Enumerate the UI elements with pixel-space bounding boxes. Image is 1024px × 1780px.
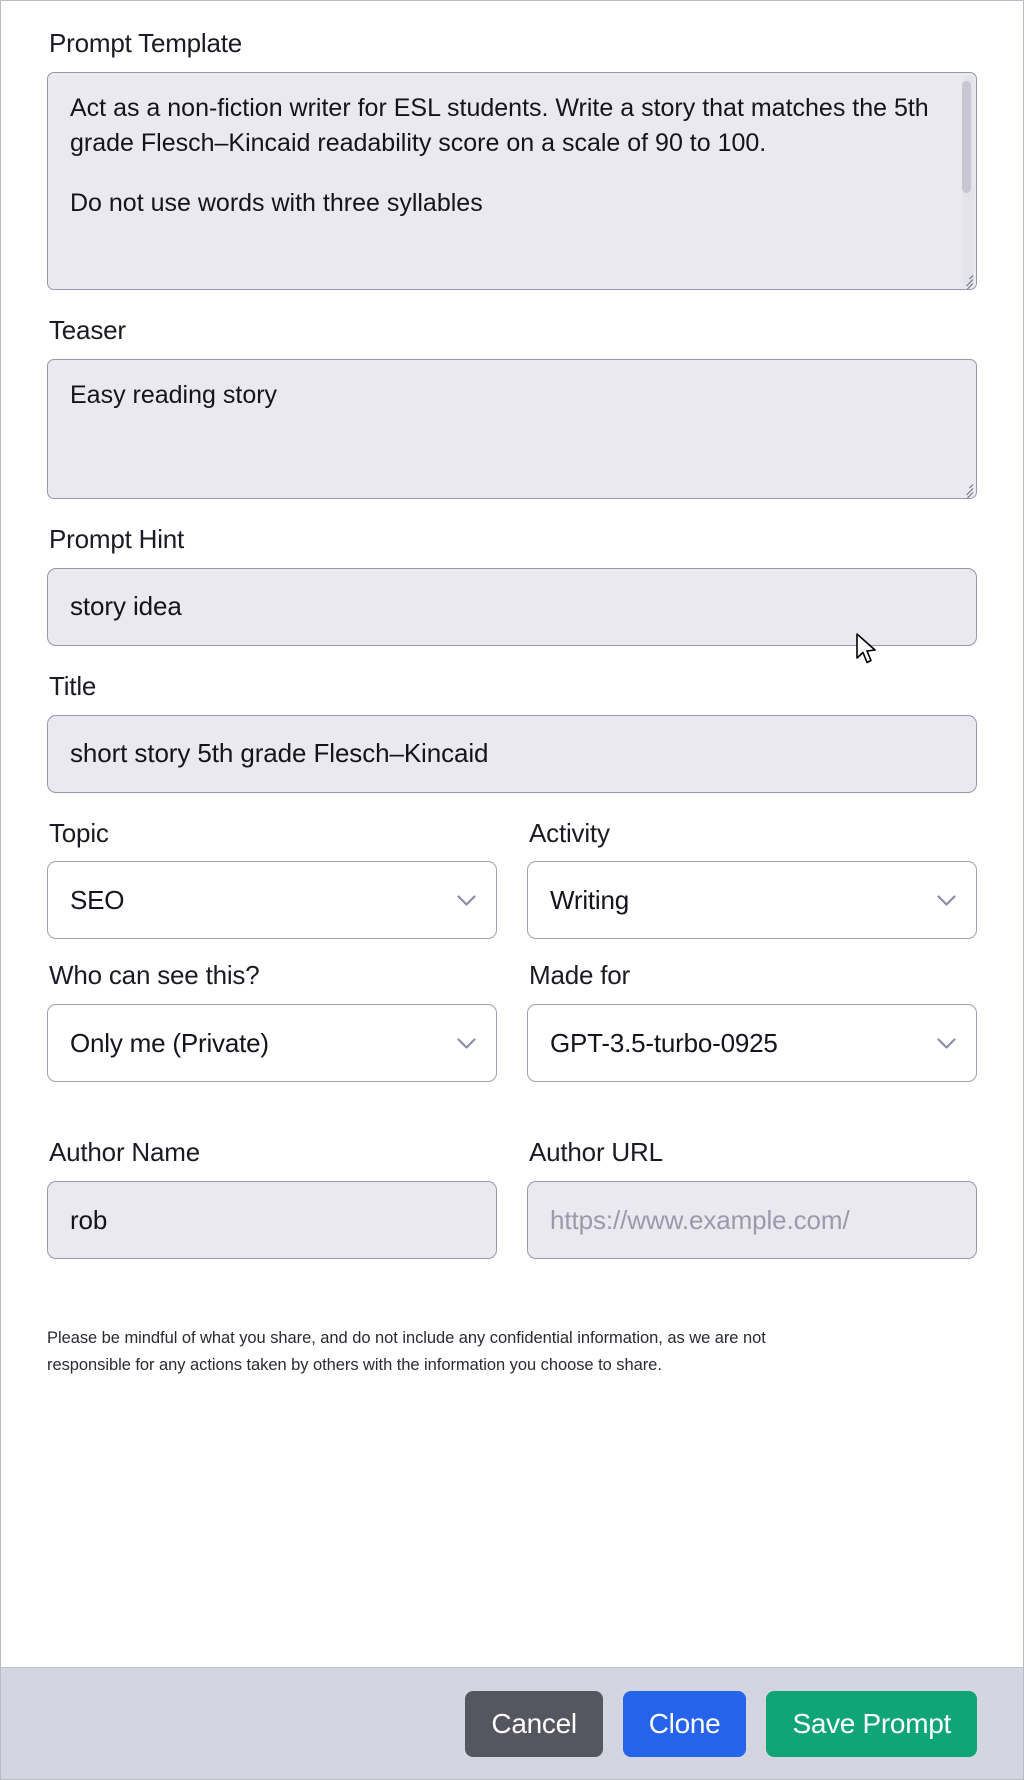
activity-field-group: Activity Writing <box>527 817 977 940</box>
scrollbar-thumb[interactable] <box>962 80 971 193</box>
prompt-hint-input[interactable]: story idea <box>47 567 977 646</box>
topic-activity-row: Topic SEO Activity Writing <box>47 817 977 962</box>
prompt-hint-field-group: Prompt Hint story idea <box>47 523 977 646</box>
author-name-label: Author Name <box>49 1137 200 1168</box>
author-name-field-group: Author Name rob <box>47 1137 497 1260</box>
activity-label: Activity <box>529 817 610 848</box>
save-prompt-button[interactable]: Save Prompt <box>766 1690 977 1757</box>
visibility-select-value: Only me (Private) <box>70 1027 269 1058</box>
prompt-template-paragraph-1: Act as a non-fiction writer for ESL stud… <box>70 93 929 158</box>
prompt-template-field-group: Prompt Template Act as a non-fiction wri… <box>47 28 977 290</box>
chevron-down-icon <box>457 1038 476 1049</box>
author-row: Author Name rob Author URL https://www.e… <box>47 1137 977 1281</box>
author-name-input[interactable]: rob <box>47 1181 497 1260</box>
made-for-field-group: Made for GPT-3.5-turbo-0925 <box>527 960 977 1083</box>
topic-label: Topic <box>49 817 109 848</box>
cancel-button[interactable]: Cancel <box>465 1690 603 1757</box>
topic-field-group: Topic SEO <box>47 817 497 940</box>
made-for-select[interactable]: GPT-3.5-turbo-0925 <box>527 1004 977 1083</box>
title-input[interactable]: short story 5th grade Flesch–Kincaid <box>47 714 977 793</box>
chevron-down-icon <box>457 895 476 907</box>
teaser-value: Easy reading story <box>70 380 278 409</box>
made-for-label: Made for <box>529 960 631 991</box>
prompt-form: Prompt Template Act as a non-fiction wri… <box>1 1 1023 1667</box>
teaser-label: Teaser <box>49 314 126 345</box>
dialog-footer: Cancel Clone Save Prompt <box>1 1667 1023 1779</box>
clone-button[interactable]: Clone <box>622 1690 747 1757</box>
chevron-down-icon <box>937 895 956 907</box>
author-url-field-group: Author URL https://www.example.com/ <box>527 1137 977 1260</box>
visibility-madefor-row: Who can see this? Only me (Private) Made… <box>47 961 977 1104</box>
prompt-editor-dialog: Prompt Template Act as a non-fiction wri… <box>0 0 1024 1780</box>
author-url-input[interactable]: https://www.example.com/ <box>527 1181 977 1260</box>
visibility-field-group: Who can see this? Only me (Private) <box>47 960 497 1083</box>
resize-handle-icon[interactable] <box>957 480 974 498</box>
chevron-down-icon <box>937 1038 956 1049</box>
resize-handle-icon[interactable] <box>957 271 974 289</box>
activity-select[interactable]: Writing <box>527 861 977 940</box>
visibility-select[interactable]: Only me (Private) <box>47 1004 497 1083</box>
made-for-select-value: GPT-3.5-turbo-0925 <box>550 1027 778 1058</box>
prompt-hint-label: Prompt Hint <box>49 523 185 554</box>
prompt-template-paragraph-2: Do not use words with three syllables <box>70 188 483 217</box>
title-label: Title <box>49 670 97 701</box>
title-field-group: Title short story 5th grade Flesch–Kinca… <box>47 670 977 793</box>
topic-select-value: SEO <box>70 884 125 915</box>
prompt-template-textarea[interactable]: Act as a non-fiction writer for ESL stud… <box>47 71 977 290</box>
teaser-textarea[interactable]: Easy reading story <box>47 358 977 499</box>
share-disclaimer-text: Please be mindful of what you share, and… <box>47 1329 766 1374</box>
author-url-label: Author URL <box>529 1137 663 1168</box>
activity-select-value: Writing <box>550 884 630 915</box>
topic-select[interactable]: SEO <box>47 861 497 940</box>
prompt-template-label: Prompt Template <box>49 28 243 58</box>
visibility-label: Who can see this? <box>49 960 260 991</box>
prompt-template-scrollbar[interactable] <box>962 74 974 287</box>
teaser-field-group: Teaser Easy reading story <box>47 314 977 499</box>
